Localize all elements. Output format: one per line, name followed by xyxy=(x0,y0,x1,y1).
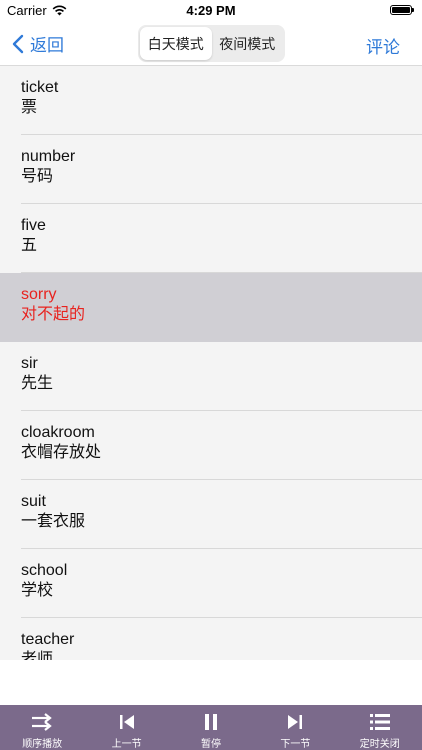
status-bar: Carrier 4:29 PM xyxy=(0,0,422,22)
word-list[interactable]: ticket 票 number 号码 five 五 sorry 对不起的 sir… xyxy=(0,66,422,660)
play-order-button[interactable]: 顺序播放 xyxy=(7,705,77,750)
previous-button[interactable]: 上一节 xyxy=(92,705,162,750)
day-mode-segment[interactable]: 白天模式 xyxy=(140,27,212,60)
word-chinese: 票 xyxy=(21,99,38,116)
word-chinese: 先生 xyxy=(21,375,54,392)
list-item[interactable]: number 号码 xyxy=(0,135,422,204)
word-chinese: 五 xyxy=(21,237,38,254)
sleep-timer-button[interactable]: 定时关闭 xyxy=(345,705,415,750)
navigation-bar: 返回 白天模式 夜间模式 评论 xyxy=(0,22,422,66)
word-english: number xyxy=(21,148,76,165)
list-item[interactable]: school 学校 xyxy=(0,549,422,618)
list-item[interactable]: cloakroom 衣帽存放处 xyxy=(0,411,422,480)
word-english: teacher xyxy=(21,631,75,648)
back-label: 返回 xyxy=(30,36,64,55)
word-chinese: 一套衣服 xyxy=(21,513,86,530)
word-chinese: 对不起的 xyxy=(21,306,86,323)
word-chinese: 老师 xyxy=(21,651,54,660)
battery-icon xyxy=(390,5,414,15)
play-order-label: 顺序播放 xyxy=(22,739,63,750)
word-chinese: 号码 xyxy=(21,168,54,185)
pause-label: 暂停 xyxy=(200,739,221,750)
word-english: ticket xyxy=(21,79,59,96)
night-mode-segment[interactable]: 夜间模式 xyxy=(212,27,284,60)
word-chinese: 学校 xyxy=(21,582,54,599)
next-icon xyxy=(288,715,303,729)
next-button[interactable]: 下一节 xyxy=(260,705,330,750)
player-control-bar: 顺序播放 上一节 暂停 下一节 定时关闭 xyxy=(0,705,422,750)
comment-button[interactable]: 评论 xyxy=(366,33,400,58)
word-english: suit xyxy=(21,493,46,510)
word-english: sorry xyxy=(21,286,57,303)
list-item[interactable]: five 五 xyxy=(0,204,422,273)
status-time: 4:29 PM xyxy=(186,3,236,18)
previous-icon xyxy=(119,715,134,729)
word-english: cloakroom xyxy=(21,424,95,441)
back-button[interactable]: 返回 xyxy=(12,31,64,56)
mode-segmented-control: 白天模式 夜间模式 xyxy=(138,25,285,62)
list-item-active[interactable]: sorry 对不起的 xyxy=(0,273,422,342)
word-english: sir xyxy=(21,355,38,372)
list-item[interactable]: teacher 老师 xyxy=(0,618,422,660)
list-item[interactable]: ticket 票 xyxy=(0,66,422,135)
pause-icon xyxy=(204,714,217,730)
word-english: school xyxy=(21,562,68,579)
chevron-left-icon xyxy=(12,34,24,53)
list-item[interactable]: sir 先生 xyxy=(0,342,422,411)
sleep-timer-label: 定时关闭 xyxy=(359,739,400,750)
timer-list-icon xyxy=(369,714,390,730)
shuffle-icon xyxy=(32,713,52,731)
word-english: five xyxy=(21,217,46,234)
pause-button[interactable]: 暂停 xyxy=(176,705,246,750)
list-item[interactable]: suit 一套衣服 xyxy=(0,480,422,549)
previous-label: 上一节 xyxy=(111,739,142,750)
next-label: 下一节 xyxy=(280,739,311,750)
word-chinese: 衣帽存放处 xyxy=(21,444,102,461)
